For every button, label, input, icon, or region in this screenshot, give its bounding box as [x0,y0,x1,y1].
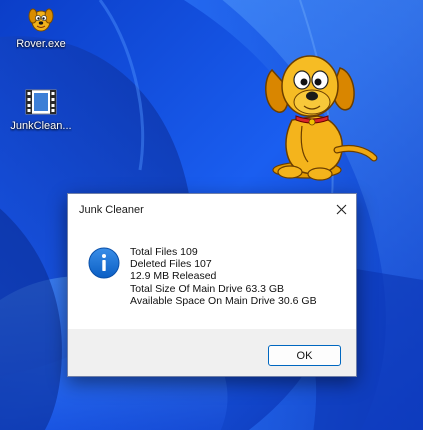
info-icon [88,247,120,279]
desktop-icon-rover[interactable]: Rover.exe [2,4,80,50]
message-line: 12.9 MB Released [130,270,217,283]
message-line: Total Files 109 [130,246,198,258]
message-line: Deleted Files 107 [130,258,212,271]
dialog-footer: OK [68,329,356,376]
dialog-title: Junk Cleaner [79,203,144,216]
desktop-icon-label: Rover.exe [16,38,66,50]
film-strip-icon [24,86,58,118]
junk-cleaner-dialog: Junk Cleaner Total Files 109 Deleted Fil… [67,193,357,377]
dialog-titlebar[interactable]: Junk Cleaner [68,194,356,225]
close-icon [336,204,346,215]
message-line: Total Size Of Main Drive 63.3 GB [130,282,285,295]
rover-dog-character[interactable] [262,50,380,182]
ok-button[interactable]: OK [268,345,341,366]
rover-dog-icon [24,4,58,36]
dialog-body: Total Files 109 Deleted Files 107 12.9 M… [68,225,356,329]
message-line: Available Space On Main Drive 30.6 GB [130,294,317,307]
desktop-icon-label: JunkClean... [10,120,72,132]
close-button[interactable] [326,194,356,225]
dialog-message: Total Files 109 Deleted Files 107 12.9 M… [130,246,317,307]
desktop-icon-junkcleaner[interactable]: JunkClean... [2,86,80,132]
